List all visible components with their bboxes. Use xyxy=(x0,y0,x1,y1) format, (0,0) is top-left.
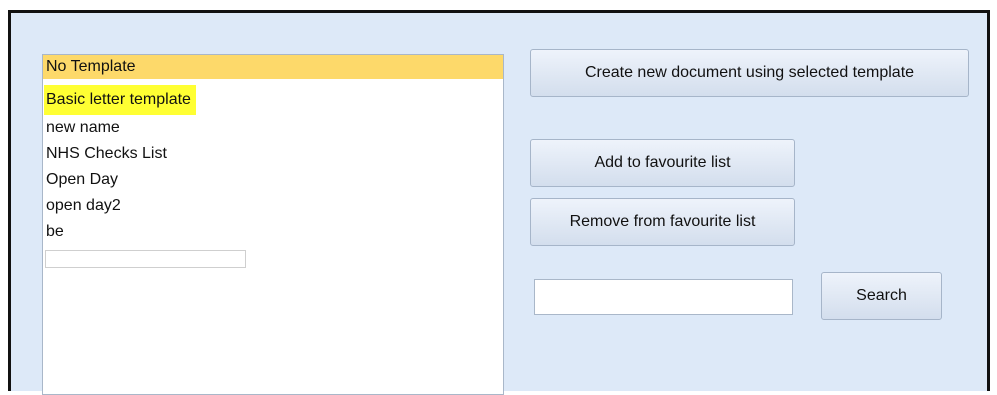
list-item[interactable]: Open Day xyxy=(46,168,118,192)
list-item[interactable]: be xyxy=(46,220,64,244)
search-input[interactable] xyxy=(534,279,793,315)
list-item[interactable]: open day2 xyxy=(46,194,121,218)
list-item[interactable]: No Template xyxy=(43,55,503,79)
search-button[interactable]: Search xyxy=(821,272,942,320)
list-item[interactable]: new name xyxy=(46,116,120,140)
add-to-favourite-button[interactable]: Add to favourite list xyxy=(530,139,795,187)
create-document-button[interactable]: Create new document using selected templ… xyxy=(530,49,969,97)
remove-from-favourite-button[interactable]: Remove from favourite list xyxy=(530,198,795,246)
list-item[interactable]: Basic letter template xyxy=(44,85,196,115)
template-list[interactable]: No Template Basic letter template new na… xyxy=(42,54,504,395)
list-item[interactable]: NHS Checks List xyxy=(46,142,167,166)
rename-edit-box[interactable] xyxy=(45,250,246,268)
template-panel: No Template Basic letter template new na… xyxy=(8,10,990,395)
